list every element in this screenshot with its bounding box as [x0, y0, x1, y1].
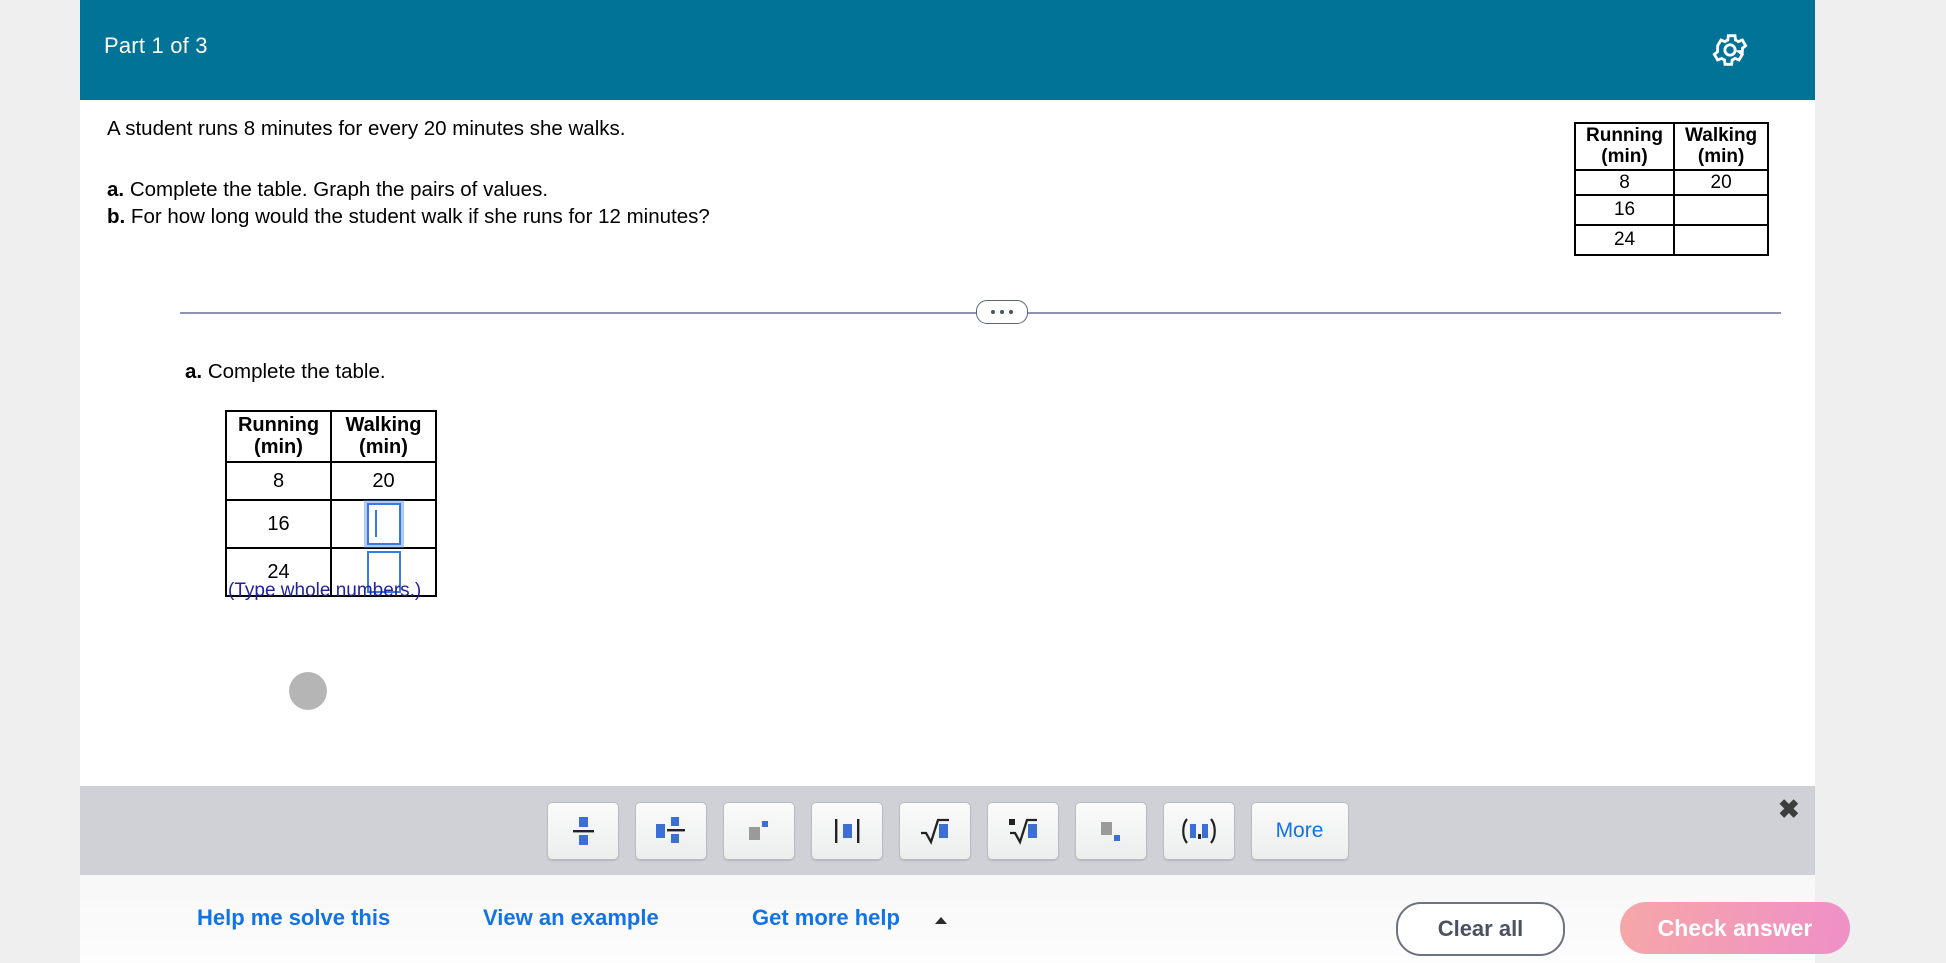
header-unit: (min): [254, 436, 303, 459]
get-more-help-link[interactable]: Get more help: [752, 905, 900, 931]
reference-header-running: Running (min): [1573, 122, 1676, 171]
cell-running: 8: [225, 460, 332, 501]
exercise-page: Part 1 of 3 A student runs 8 minutes for…: [0, 0, 1946, 963]
exercise-panel: Part 1 of 3 A student runs 8 minutes for…: [80, 0, 1850, 963]
panel-header: Part 1 of 3: [80, 0, 1815, 100]
nth-root-button[interactable]: [986, 801, 1059, 860]
header-unit: (min): [359, 436, 408, 459]
cell-running: 16: [1573, 193, 1676, 226]
answer-header-running: Running (min): [225, 410, 332, 463]
part-a-letter: a.: [107, 177, 125, 201]
header-text: Running: [237, 414, 320, 436]
header-text: Walking: [345, 414, 422, 436]
table-row: 8 20: [1573, 168, 1770, 196]
subscript-button[interactable]: [1074, 801, 1147, 860]
walking-input-row2[interactable]: [366, 502, 401, 545]
view-an-example-link[interactable]: View an example: [483, 905, 659, 931]
help-me-solve-this-link[interactable]: Help me solve this: [197, 905, 390, 931]
square-root-button[interactable]: [898, 801, 971, 860]
table-row: 8 20: [225, 460, 437, 501]
part-b-prompt: b. For how long would the student walk i…: [107, 205, 1107, 229]
table-header-row: Running (min) Walking (min): [1573, 122, 1770, 171]
table-row: 16: [225, 498, 437, 549]
table-row: 16: [1573, 193, 1770, 226]
input-hint: (Type whole numbers.): [228, 580, 422, 601]
chevron-up-icon[interactable]: [935, 917, 947, 924]
ellipsis-icon[interactable]: [976, 300, 1028, 324]
part-a-prompt: a. Complete the table. Graph the pairs o…: [107, 177, 1107, 202]
mixed-number-button[interactable]: [634, 801, 707, 860]
header-unit: (min): [1601, 146, 1648, 168]
more-button[interactable]: More: [1250, 801, 1349, 860]
cell-walking-input[interactable]: [330, 498, 437, 549]
answer-header-walking: Walking (min): [330, 410, 437, 463]
reference-header-walking: Walking (min): [1673, 122, 1770, 171]
cell-walking: [1673, 193, 1770, 226]
cell-running: 16: [225, 498, 332, 549]
graph-point-placeholder: [289, 672, 327, 710]
cell-walking: 20: [330, 460, 437, 501]
cell-running: 24: [1573, 223, 1676, 256]
cell-walking: [1673, 223, 1770, 256]
part-a-text: Complete the table. Graph the pairs of v…: [129, 177, 549, 201]
absolute-value-button[interactable]: [810, 801, 883, 860]
close-icon[interactable]: ✖: [1778, 796, 1800, 822]
cell-walking: 20: [1673, 168, 1770, 196]
dot: [1009, 310, 1013, 314]
table-header-row: Running (min) Walking (min): [225, 410, 437, 463]
math-palette-toolbar: More: [80, 786, 1815, 875]
action-footer: Help me solve this View an example Get m…: [80, 875, 1850, 963]
reference-table: Running (min) Walking (min) 8 20 16 24: [1573, 122, 1770, 256]
work-part-label: a. Complete the table.: [185, 360, 386, 384]
page-title: Part 1 of 3: [104, 33, 208, 58]
header-unit: (min): [1697, 146, 1745, 168]
dot: [991, 310, 995, 314]
fraction-button[interactable]: [546, 801, 619, 860]
table-row: 24: [1573, 223, 1770, 256]
ordered-pair-button[interactable]: [1162, 801, 1235, 860]
answer-table-wrapper: Running (min) Walking (min) 8 20 16 24: [225, 410, 437, 597]
exponent-button[interactable]: [722, 801, 795, 860]
part-b-text: For how long would the student walk if s…: [130, 205, 710, 229]
text-cursor: [374, 509, 377, 537]
part-b-letter: b.: [107, 205, 126, 229]
header-text: Walking: [1685, 125, 1758, 146]
work-part-letter: a.: [185, 360, 203, 383]
problem-statement: A student runs 8 minutes for every 20 mi…: [107, 117, 1107, 229]
statement-line: A student runs 8 minutes for every 20 mi…: [107, 117, 626, 140]
gear-icon[interactable]: [1710, 30, 1750, 70]
dot: [1000, 310, 1004, 314]
work-part-text: Complete the table.: [207, 360, 386, 383]
check-answer-button[interactable]: Check answer: [1620, 902, 1850, 954]
cell-running: 8: [1573, 168, 1676, 196]
header-text: Running: [1586, 125, 1664, 146]
clear-all-button[interactable]: Clear all: [1396, 902, 1565, 956]
answer-table: Running (min) Walking (min) 8 20 16 24: [225, 410, 437, 597]
